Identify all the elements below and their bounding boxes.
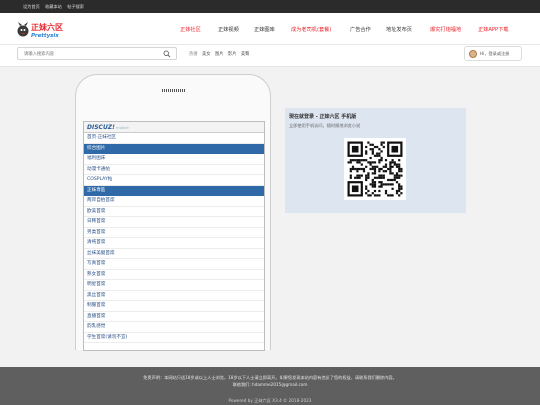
footer-disclaimer: 免责声明：本网站只适18岁或以上人士浏览，18岁以下人士请立即离开。如果您发现本… <box>143 375 397 380</box>
mobile-forum-link[interactable]: 熟女首席 <box>84 270 264 280</box>
mobile-forum-link[interactable]: 明星首席 <box>84 280 264 291</box>
post-search-link[interactable]: 帖子搜索 <box>67 4 84 9</box>
hot-word[interactable]: 图片 <box>215 52 224 57</box>
login-label: Hi，登录或注册 <box>480 51 510 56</box>
mobile-forum-link[interactable]: 福利图床 <box>84 154 264 165</box>
qr-subtitle: 立即使用手机访问，随时随地浏览小说 <box>289 123 361 128</box>
mobile-forum-link[interactable]: 学生首席(请勿不宜) <box>84 333 264 343</box>
qr-code-image <box>347 141 403 197</box>
mobile-forum-link[interactable]: 欧美首席 <box>84 207 264 217</box>
qr-panel: 現在就登录 - 正妹六区 手机版 立即使用手机访问，随时随地浏览小说 <box>285 108 466 213</box>
mobile-forum-link[interactable]: 动漫卡通帖 <box>84 165 264 175</box>
search-input[interactable] <box>24 50 154 58</box>
mobile-forum-link[interactable]: 直播首席 <box>84 312 264 322</box>
nav-item-app[interactable]: 正妹APP下载 <box>478 26 509 33</box>
mobile-forum-link[interactable]: 首页·正妹社区 <box>84 133 264 144</box>
hot-search-label: 热搜 <box>189 52 198 57</box>
footer-powered-by: Powered by 正妹六区 X3.4 © 2018-2023 <box>228 398 312 403</box>
top-bar: 设为首页 收藏本站 帖子搜索 <box>0 0 540 13</box>
qr-code <box>344 138 406 200</box>
mobile-forum-link[interactable]: COSPLAY帖 <box>84 175 264 186</box>
login-button[interactable]: Hi，登录或注册 <box>464 46 522 61</box>
search-icon[interactable] <box>163 50 171 58</box>
site-header: 正妹六区 Prettysix 正妹社区 正妹视频 正妹图库 成为老司机(套餐) … <box>0 13 540 45</box>
search-box <box>17 47 177 60</box>
site-footer: 免责声明：本网站只适18岁或以上人士浏览，18岁以下人士请立即离开。如果您发现本… <box>0 367 540 405</box>
logo-text-cn: 正妹六区 <box>31 22 63 32</box>
nav-item-video[interactable]: 正妹视频 <box>218 26 239 33</box>
mobile-header: DISCUZ!mobile <box>84 122 264 133</box>
nav-item-ads[interactable]: 广告合作 <box>350 26 371 33</box>
qr-title: 現在就登录 - 正妹六区 手机版 <box>289 114 357 120</box>
phone-speaker <box>162 89 186 92</box>
mobile-forum-link[interactable]: 写真首席 <box>84 259 264 270</box>
bookmark-link[interactable]: 收藏本站 <box>45 4 62 9</box>
nav-item-hot[interactable]: 爆究打炮福地 <box>430 26 461 33</box>
logo-text-en: Prettysix <box>31 33 59 39</box>
mobile-forum-link[interactable]: 制服首席 <box>84 301 264 312</box>
mobile-preview-screen: DISCUZ!mobile 首页·正妹社区 综合图片 福利图床 动漫卡通帖 COSPLA… <box>83 121 265 351</box>
nav-item-community[interactable]: 正妹社区 <box>180 26 201 33</box>
hot-word[interactable]: 影片 <box>228 52 237 57</box>
phone-mockup: DISCUZ!mobile 首页·正妹社区 综合图片 福利图床 动漫卡通帖 COSPLA… <box>75 74 271 351</box>
top-links: 设为首页 收藏本站 帖子搜索 <box>23 4 88 10</box>
nav-item-gallery[interactable]: 正妹图库 <box>254 26 275 33</box>
hot-search: 热搜 美女 图片 影片 美臀 <box>189 51 249 57</box>
mobile-forum-link[interactable]: 韵乳感觉 <box>84 322 264 333</box>
set-homepage-link[interactable]: 设为首页 <box>23 4 40 9</box>
logo-graphic: 正妹六区 Prettysix <box>17 22 63 39</box>
mobile-forum-list: 首页·正妹社区 综合图片 福利图床 动漫卡通帖 COSPLAY帖 正妹専區 两岸自拍首席 欧美… <box>84 133 264 343</box>
hot-word[interactable]: 美臀 <box>241 52 250 57</box>
mobile-category-header[interactable]: 综合图片 <box>84 143 264 154</box>
mobile-forum-link[interactable]: 日韩首席 <box>84 217 264 228</box>
avatar <box>469 50 477 58</box>
nav-item-address[interactable]: 地址发布页 <box>386 26 412 33</box>
mobile-forum-link[interactable]: 清纯首席 <box>84 238 264 249</box>
nav-item-vip[interactable]: 成为老司机(套餐) <box>291 26 331 33</box>
mobile-forum-link[interactable]: 两岸自拍首席 <box>84 196 264 207</box>
mobile-forum-link[interactable]: 黑丝首席 <box>84 291 264 301</box>
footer-contact[interactable]: 联络我们: hdamme2015@gmail.com <box>0 382 540 388</box>
mobile-forum-link[interactable]: 另类首席 <box>84 228 264 238</box>
site-logo[interactable]: 正妹六区 Prettysix <box>17 20 79 40</box>
mobile-category-header[interactable]: 正妹専區 <box>84 185 264 196</box>
hot-word[interactable]: 美女 <box>202 52 211 57</box>
discuz-logo: DISCUZ!mobile <box>87 124 129 131</box>
search-row: 热搜 美女 图片 影片 美臀 Hi，登录或注册 <box>0 45 540 67</box>
mobile-forum-link[interactable]: 丝袜美腿首席 <box>84 249 264 259</box>
